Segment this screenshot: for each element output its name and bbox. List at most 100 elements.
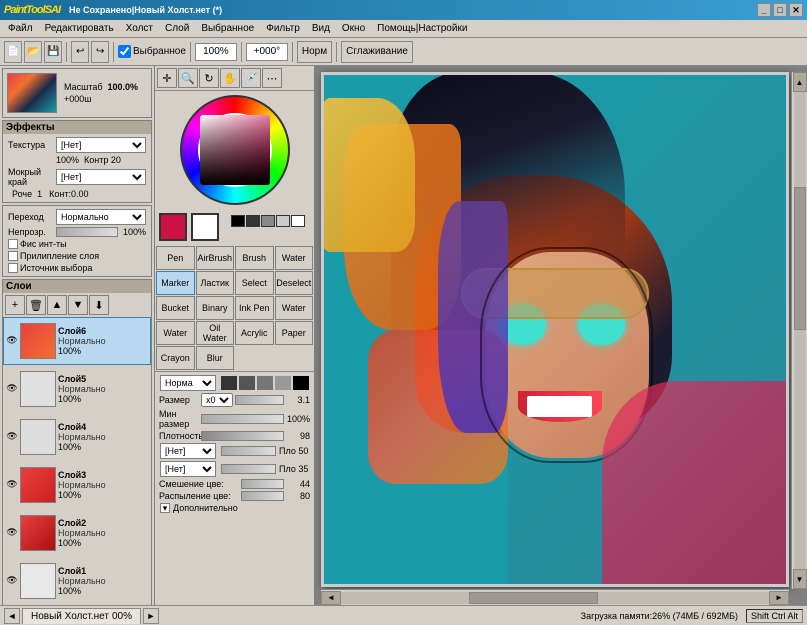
cs-lightgray[interactable] <box>276 215 290 227</box>
size-x-select[interactable]: x0.1 <box>201 393 233 407</box>
cs-black[interactable] <box>231 215 245 227</box>
merge-down-button[interactable]: ⬇ <box>89 295 109 315</box>
layer-item-4[interactable]: 👁 Слой2 Нормально 100% <box>3 509 151 557</box>
artwork-canvas[interactable] <box>321 72 789 587</box>
menu-filter[interactable]: Фильтр <box>260 22 306 35</box>
menu-selected[interactable]: Выбранное <box>195 22 260 35</box>
cs-darkgray[interactable] <box>246 215 260 227</box>
scroll-down-button[interactable]: ▼ <box>793 569 807 589</box>
layer-item-1[interactable]: 👁 Слой5 Нормально 100% <box>3 365 151 413</box>
undo-button[interactable]: ↩ <box>71 41 89 63</box>
cs-gray[interactable] <box>261 215 275 227</box>
scroll-up-button[interactable]: ▲ <box>793 72 807 92</box>
layer-eye-3[interactable]: 👁 <box>6 479 18 491</box>
menu-view[interactable]: Вид <box>306 22 336 35</box>
layer-eye-0[interactable]: 👁 <box>6 335 18 347</box>
deselect-brush[interactable]: Deselect <box>275 271 314 295</box>
layer-item-0[interactable]: 👁 Слой6 Нормально 100% <box>3 317 151 365</box>
water3-brush[interactable]: Water <box>156 321 195 345</box>
mix-slider[interactable] <box>241 479 284 489</box>
min-size-slider[interactable] <box>201 414 284 424</box>
color1-select[interactable]: [Нет] <box>160 443 216 459</box>
v-scrollbar[interactable]: ▲ ▼ <box>791 72 807 589</box>
h-scroll-thumb[interactable] <box>469 592 597 604</box>
hand-tool[interactable]: ✋ <box>220 68 240 88</box>
oilwater-brush[interactable]: Oil Water <box>196 321 235 345</box>
selected-checkbox[interactable] <box>118 45 131 58</box>
eraser-brush[interactable]: Ластик <box>196 271 235 295</box>
navigator-thumb[interactable] <box>7 73 57 113</box>
pen-brush[interactable]: Pen <box>156 246 195 270</box>
menu-canvas[interactable]: Холст <box>120 22 159 35</box>
extra-tool[interactable]: ⋯ <box>262 68 282 88</box>
background-swatch[interactable] <box>191 213 219 241</box>
brush-brush[interactable]: Brush <box>235 246 274 270</box>
new-file-button[interactable]: 📄 <box>4 41 22 63</box>
color-chip-1[interactable] <box>221 376 237 390</box>
color2-select[interactable]: [Нет] <box>160 461 216 477</box>
open-file-button[interactable]: 📂 <box>24 41 42 63</box>
canvas-area[interactable]: ◄ ► ▲ ▼ <box>315 66 807 605</box>
new-layer-button[interactable]: + <box>5 295 25 315</box>
marker-brush[interactable]: Marker <box>156 271 195 295</box>
color-wheel[interactable] <box>180 95 290 205</box>
scroll-left-button[interactable]: ◄ <box>321 591 341 605</box>
layer-item-2[interactable]: 👁 Слой4 Нормально 100% <box>3 413 151 461</box>
crayon-brush[interactable]: Crayon <box>156 346 195 370</box>
density-slider[interactable] <box>201 431 284 441</box>
layer-item-5[interactable]: 👁 Слой1 Нормально 100% <box>3 557 151 605</box>
zoom-input[interactable] <box>195 43 237 61</box>
menu-file[interactable]: Файл <box>2 22 39 35</box>
color1-slider[interactable] <box>221 446 277 456</box>
rotate-tool[interactable]: ↻ <box>199 68 219 88</box>
color2-slider[interactable] <box>221 464 277 474</box>
tab-nav-left[interactable]: ◄ <box>4 608 20 624</box>
v-scroll-track[interactable] <box>794 92 806 569</box>
redo-button[interactable]: ↪ <box>91 41 109 63</box>
h-scrollbar[interactable]: ◄ ► <box>321 589 789 605</box>
acrylic-brush[interactable]: Acrylic <box>235 321 274 345</box>
zoom-tool[interactable]: 🔍 <box>178 68 198 88</box>
menu-help[interactable]: Помощь|Настройки <box>371 22 473 35</box>
maximize-button[interactable]: □ <box>773 3 787 17</box>
extra-checkbox[interactable]: ▾ <box>160 503 170 513</box>
canvas-tab[interactable]: Новый Холст.нет 00% <box>22 608 141 624</box>
layer-eye-4[interactable]: 👁 <box>6 527 18 539</box>
move-tool[interactable]: ✛ <box>157 68 177 88</box>
menu-layer[interactable]: Слой <box>159 22 195 35</box>
texture-select[interactable]: [Нет] <box>56 137 146 153</box>
color-wheel-container[interactable] <box>155 91 314 209</box>
cs-white[interactable] <box>291 215 305 227</box>
inkpen-brush[interactable]: Ink Pen <box>235 296 274 320</box>
scroll-right-button[interactable]: ► <box>769 591 789 605</box>
menu-edit[interactable]: Редактировать <box>39 22 120 35</box>
bucket-brush[interactable]: Bucket <box>156 296 195 320</box>
checkbox-fis[interactable] <box>8 239 18 249</box>
v-scroll-thumb[interactable] <box>794 187 806 330</box>
norm-select[interactable]: Норма <box>160 375 216 391</box>
close-button[interactable]: ✕ <box>789 3 803 17</box>
eyedropper-tool[interactable]: 💉 <box>241 68 261 88</box>
smooth-button[interactable]: Сглаживание <box>341 41 413 63</box>
color-chip-5[interactable] <box>293 376 309 390</box>
delete-layer-button[interactable]: 🗑 <box>26 295 46 315</box>
minimize-button[interactable]: _ <box>757 3 771 17</box>
layer-up-button[interactable]: ▲ <box>47 295 67 315</box>
checkbox-source[interactable] <box>8 263 18 273</box>
water2-brush[interactable]: Water <box>275 296 314 320</box>
layer-eye-1[interactable]: 👁 <box>6 383 18 395</box>
binary-brush[interactable]: Binary <box>196 296 235 320</box>
color-chip-4[interactable] <box>275 376 291 390</box>
wet-select[interactable]: [Нет] <box>56 169 146 185</box>
foreground-swatch[interactable] <box>159 213 187 241</box>
opacity-slider[interactable] <box>56 227 118 237</box>
color-chip-3[interactable] <box>257 376 273 390</box>
menu-window[interactable]: Окно <box>336 22 371 35</box>
size-slider[interactable] <box>235 395 284 405</box>
save-file-button[interactable]: 💾 <box>44 41 62 63</box>
checkbox-stick[interactable] <box>8 251 18 261</box>
layer-item-3[interactable]: 👁 Слой3 Нормально 100% <box>3 461 151 509</box>
blend-select[interactable]: Нормально <box>56 209 146 225</box>
layer-eye-5[interactable]: 👁 <box>6 575 18 587</box>
water-brush[interactable]: Water <box>275 246 314 270</box>
